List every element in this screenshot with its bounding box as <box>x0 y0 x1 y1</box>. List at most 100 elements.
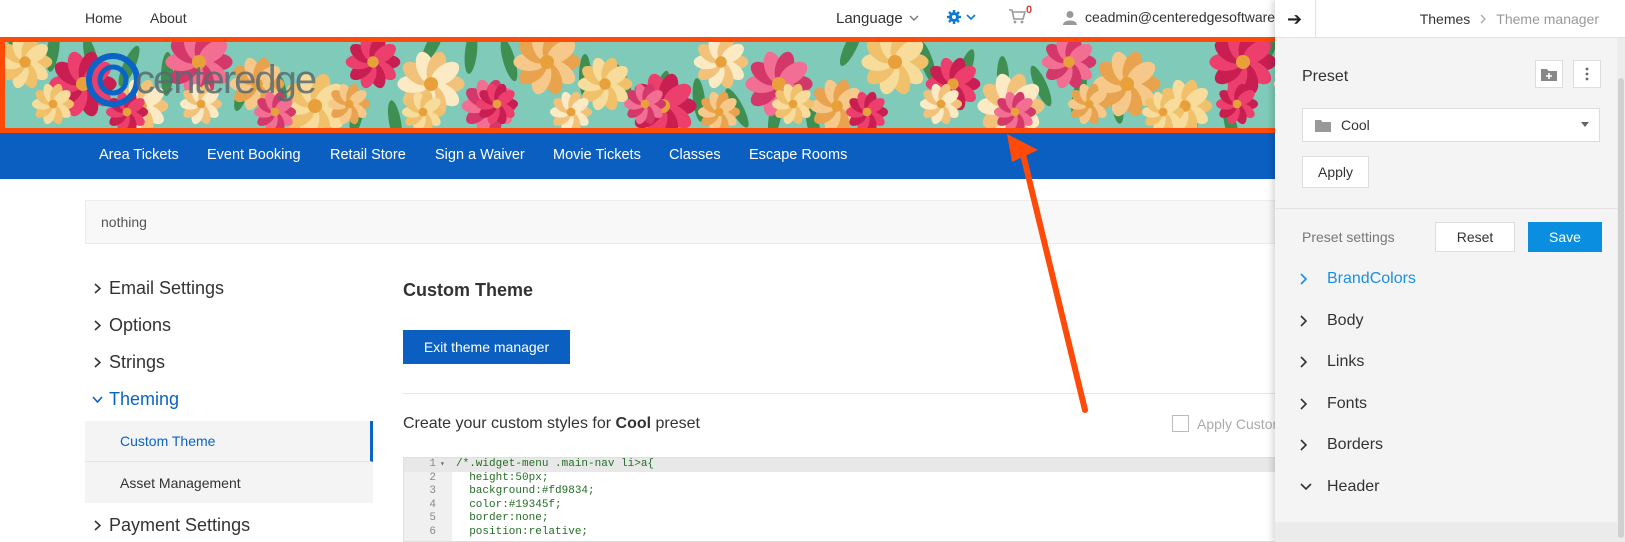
more-options-button[interactable] <box>1573 60 1601 88</box>
fold-toggle-icon[interactable]: ▾ <box>440 458 452 472</box>
centeredge-logo-icon <box>86 53 140 107</box>
sidebar-item-theming[interactable]: Theming <box>85 381 373 418</box>
chevron-right-icon <box>1300 356 1307 368</box>
arrow-right-icon[interactable]: ➔ <box>1287 9 1302 30</box>
top-bar: Home About Language 0 ceadmin@centeredge… <box>0 0 1282 37</box>
line-number: 4 <box>429 498 436 511</box>
checkbox-box[interactable] <box>1172 415 1189 432</box>
brand-logo[interactable]: centeredge <box>85 52 317 108</box>
line-number: 2 <box>429 471 436 484</box>
preset-label: Preset <box>1302 68 1349 85</box>
setting-item-fonts[interactable]: Fonts <box>1295 392 1367 416</box>
sidebar-item-label: Theming <box>109 389 180 409</box>
language-dropdown[interactable]: Language <box>836 10 919 27</box>
preset-select-value: Cool <box>1341 117 1370 133</box>
breadcrumb-theme-manager: Theme manager <box>1496 11 1599 27</box>
sidebar-item-label: Email Settings <box>109 278 225 298</box>
breadcrumb-text: nothing <box>101 214 147 230</box>
apply-custom-checkbox[interactable]: Apply Custom <box>1172 415 1284 432</box>
setting-item-header[interactable]: Header <box>1295 475 1379 499</box>
panel-bottom-area <box>1275 522 1617 542</box>
chevron-right-icon <box>1480 14 1487 24</box>
nav-item-escape-rooms[interactable]: Escape Rooms <box>749 147 847 163</box>
setting-item-label: Body <box>1327 312 1364 329</box>
panel-header: ➔ Themes Theme manager <box>1275 0 1625 38</box>
sidebar-item-label: Strings <box>109 352 166 372</box>
setting-item-label: Header <box>1327 478 1380 495</box>
sidebar-item-email-settings[interactable]: Email Settings <box>85 270 373 307</box>
chevron-right-icon <box>1300 273 1307 285</box>
chevron-down-icon <box>1300 483 1312 491</box>
setting-item-label: Fonts <box>1327 395 1368 412</box>
setting-item-borders[interactable]: Borders <box>1295 433 1383 457</box>
page-breadcrumb-box: nothing <box>85 200 1282 244</box>
nav-item-classes[interactable]: Classes <box>669 147 721 163</box>
setting-item-label: Borders <box>1327 436 1384 453</box>
code-text: height:50px; <box>456 471 549 484</box>
custom-styles-suffix: preset <box>651 415 700 432</box>
code-text: border:none; <box>456 512 549 524</box>
sidebar-item-options[interactable]: Options <box>85 307 373 344</box>
css-code-editor[interactable]: 1 ▾ /*.widget-menu .main-nav li>a{ 2 heigh… <box>403 457 1282 542</box>
panel-breadcrumb: Themes Theme manager <box>1420 11 1599 27</box>
setting-item-links[interactable]: Links <box>1295 350 1364 374</box>
custom-styles-preset-name: Cool <box>615 415 652 432</box>
nav-about-link[interactable]: About <box>150 10 187 26</box>
sidebar-item-label: Payment Settings <box>109 515 251 535</box>
nav-home-link[interactable]: Home <box>85 10 122 26</box>
chevron-down-icon <box>966 13 976 20</box>
setting-item-brandcolors[interactable]: BrandColors <box>1295 267 1416 291</box>
nav-item-area-tickets[interactable]: Area Tickets <box>99 147 179 163</box>
preset-select[interactable]: Cool <box>1302 108 1600 142</box>
chevron-down-icon <box>909 15 919 21</box>
page-title: Custom Theme <box>403 280 534 300</box>
sidebar-item-label: Options <box>109 315 172 335</box>
cart-icon[interactable] <box>1008 8 1026 24</box>
setting-item-body[interactable]: Body <box>1295 309 1363 333</box>
chevron-right-icon <box>1300 398 1307 410</box>
setting-item-label: Links <box>1327 353 1365 370</box>
user-menu[interactable]: ceadmin@centeredgesoftware <box>1063 9 1275 25</box>
theming-submenu: Custom Theme Asset Management <box>85 421 373 503</box>
panel-scrollbar[interactable] <box>1617 38 1625 542</box>
chevron-right-icon <box>93 357 101 368</box>
divider <box>1275 208 1617 209</box>
settings-dropdown[interactable] <box>946 9 976 25</box>
sidebar-item-payment-settings[interactable]: Payment Settings <box>85 507 373 542</box>
chevron-right-icon <box>93 320 101 331</box>
caret-down-icon <box>1581 122 1589 127</box>
nav-item-retail-store[interactable]: Retail Store <box>330 147 406 163</box>
preset-settings-label: Preset settings <box>1302 229 1395 245</box>
nav-item-sign-waiver[interactable]: Sign a Waiver <box>435 147 525 163</box>
theme-manager-panel: ➔ Themes Theme manager Preset Cool Apply <box>1275 0 1625 542</box>
chevron-down-icon <box>91 396 103 403</box>
sidebar-item-strings[interactable]: Strings <box>85 344 373 381</box>
add-folder-button[interactable] <box>1535 60 1563 88</box>
save-button[interactable]: Save <box>1528 222 1602 252</box>
logo-text: centeredge <box>135 57 317 102</box>
breadcrumb-themes[interactable]: Themes <box>1420 11 1471 27</box>
divider <box>403 393 1282 394</box>
line-number: 3 <box>429 485 436 497</box>
line-number: 6 <box>429 525 436 538</box>
code-line: 3 background:#fd9834; <box>404 485 1281 499</box>
folder-plus-icon <box>1541 68 1557 81</box>
cart-count-badge: 0 <box>1026 4 1033 16</box>
code-text: /*.widget-menu .main-nav li>a{ <box>456 458 655 470</box>
sidebar-subitem-asset-management[interactable]: Asset Management <box>85 462 373 503</box>
scrollbar-thumb[interactable] <box>1618 78 1624 538</box>
custom-styles-heading: Create your custom styles for Cool prese… <box>403 415 700 433</box>
apply-preset-button[interactable]: Apply <box>1302 156 1369 188</box>
line-number: 1 <box>429 458 436 470</box>
more-vertical-icon <box>1585 67 1589 81</box>
language-label: Language <box>836 10 903 27</box>
reset-button[interactable]: Reset <box>1435 222 1515 252</box>
nav-item-movie-tickets[interactable]: Movie Tickets <box>553 147 641 163</box>
sidebar-subitem-custom-theme[interactable]: Custom Theme <box>85 421 373 462</box>
user-email: ceadmin@centeredgesoftware <box>1085 9 1276 25</box>
exit-theme-manager-button[interactable]: Exit theme manager <box>403 330 570 364</box>
nav-item-event-booking[interactable]: Event Booking <box>207 147 301 163</box>
chevron-right-icon <box>93 283 101 294</box>
custom-styles-prefix: Create your custom styles for <box>403 415 616 432</box>
user-icon <box>1063 10 1077 25</box>
